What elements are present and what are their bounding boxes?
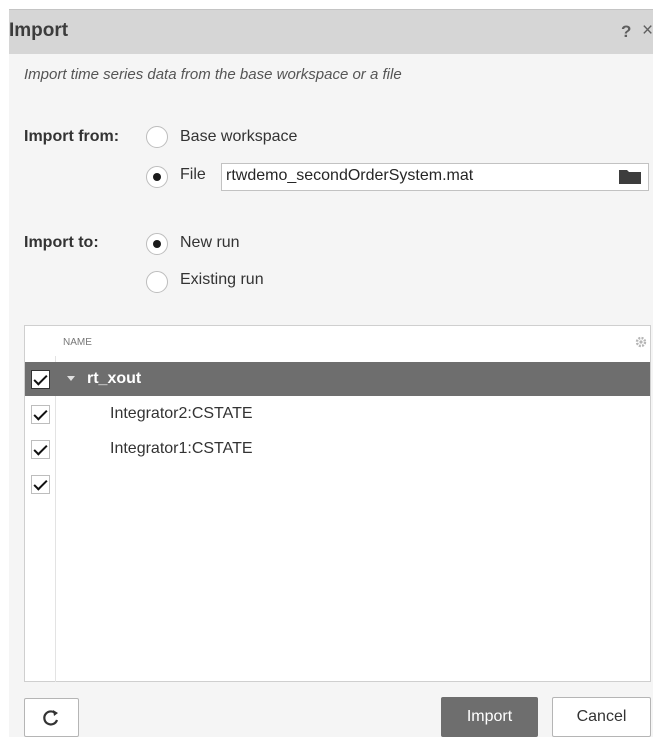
import-to-label: Import to:	[24, 234, 99, 251]
refresh-icon	[43, 710, 59, 726]
radio-base-workspace-label[interactable]: Base workspace	[180, 128, 297, 146]
row-label: Integrator2:CSTATE	[110, 405, 253, 422]
row-checkbox[interactable]	[31, 475, 50, 494]
expand-arrow-icon[interactable]	[67, 376, 75, 381]
row-checkbox[interactable]	[31, 405, 50, 424]
help-button[interactable]: ?	[621, 22, 631, 42]
radio-existing-run[interactable]	[146, 271, 168, 293]
radio-existing-run-label[interactable]: Existing run	[180, 271, 264, 289]
radio-file-label[interactable]: File	[180, 166, 206, 184]
table-row[interactable]: Integrator2:CSTATE	[25, 397, 650, 431]
table-row[interactable]: Integrator1:CSTATE	[25, 432, 650, 466]
row-checkbox[interactable]	[31, 440, 50, 459]
import-from-label: Import from:	[24, 128, 120, 145]
cancel-button[interactable]: Cancel	[552, 697, 651, 737]
gear-icon[interactable]	[635, 336, 647, 348]
dialog-titlebar: Import ? ×	[9, 9, 653, 54]
radio-file[interactable]	[146, 166, 168, 188]
close-button[interactable]: ×	[642, 20, 653, 42]
radio-new-run[interactable]	[146, 233, 168, 255]
refresh-button[interactable]	[24, 698, 79, 737]
radio-base-workspace[interactable]	[146, 126, 168, 148]
signal-table: NAME rt_xout Integrator2:CSTATE Integrat…	[24, 325, 651, 682]
table-row[interactable]: rt_xout	[25, 362, 650, 396]
row-label: rt_xout	[87, 370, 142, 387]
import-button[interactable]: Import	[441, 697, 538, 737]
row-label: Integrator1:CSTATE	[110, 440, 253, 457]
column-header-name[interactable]: NAME	[63, 337, 92, 348]
dialog-title: Import	[9, 20, 69, 41]
row-checkbox[interactable]	[31, 370, 50, 389]
radio-new-run-label[interactable]: New run	[180, 234, 240, 252]
folder-icon[interactable]	[619, 168, 641, 184]
table-row[interactable]	[25, 467, 650, 501]
dialog-subtitle: Import time series data from the base wo…	[24, 66, 402, 83]
file-path-input[interactable]: rtwdemo_secondOrderSystem.mat	[221, 163, 649, 191]
